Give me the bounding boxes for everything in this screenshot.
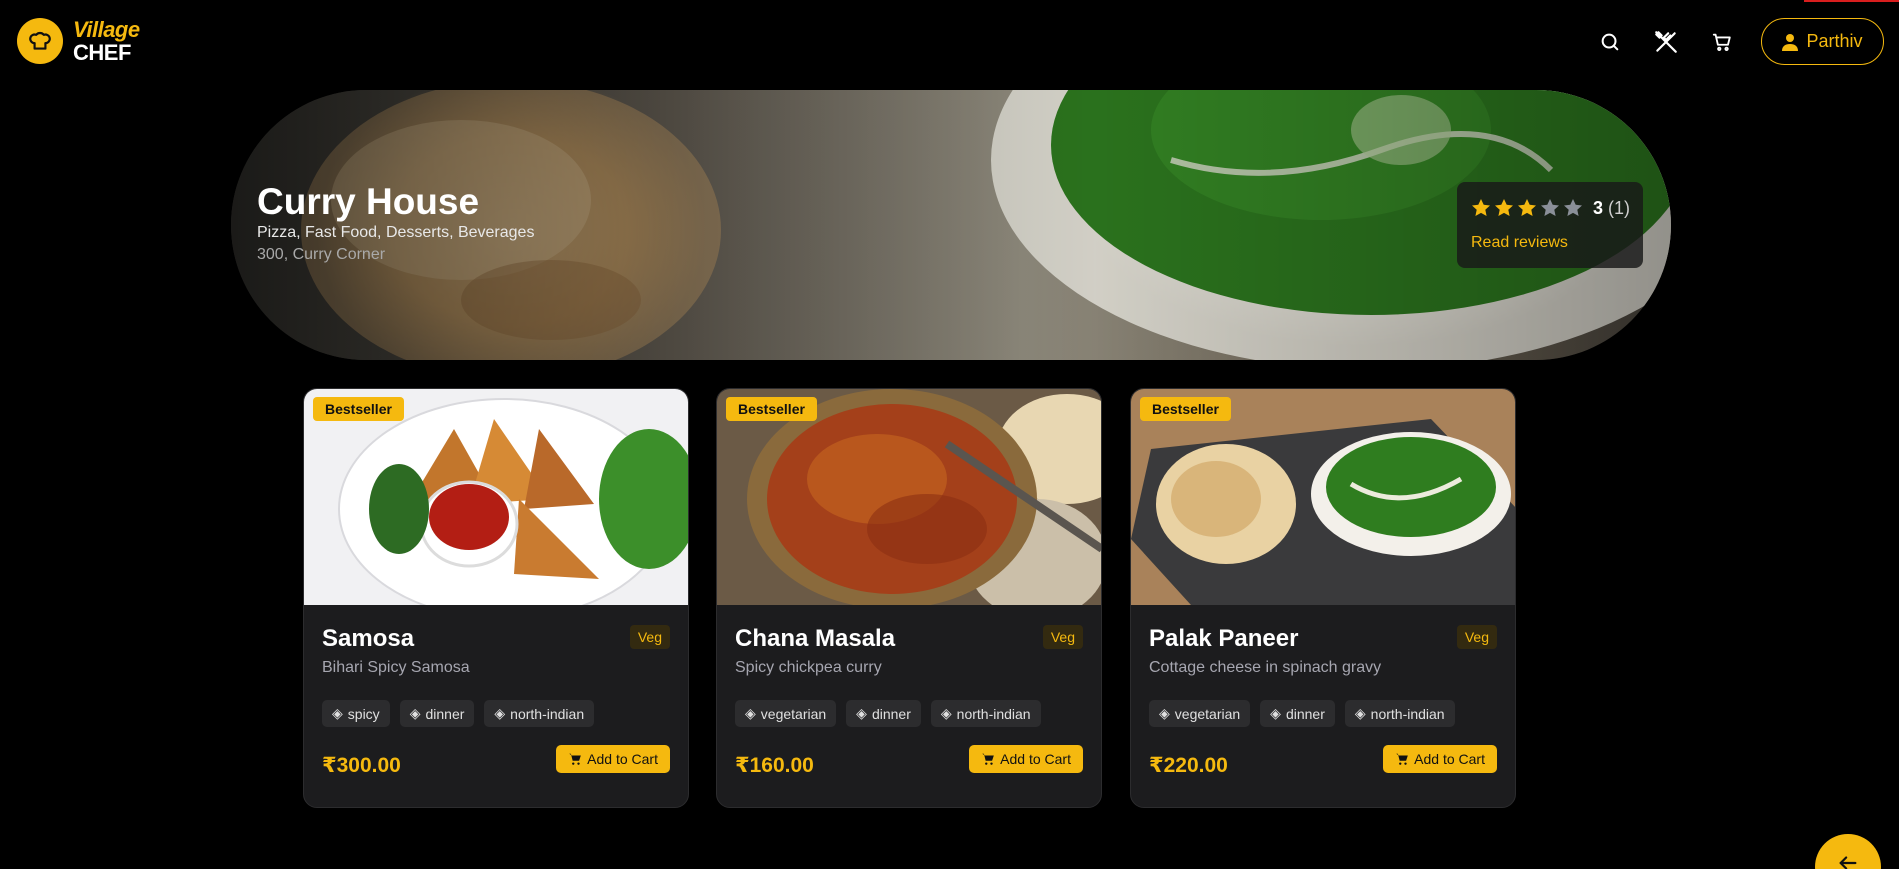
dish-card[interactable]: Bestseller Chana Masala Veg Spicy chickp… xyxy=(716,388,1102,808)
dish-price: ₹300.00 xyxy=(322,754,401,777)
read-reviews-link[interactable]: Read reviews xyxy=(1471,234,1568,252)
rating-score: 3 xyxy=(1593,198,1604,218)
tag-icon: ◈ xyxy=(332,705,343,721)
dish-tags: ◈ vegetarian ◈ dinner ◈ north-indian xyxy=(1149,700,1455,727)
tag-icon: ◈ xyxy=(1270,705,1281,721)
tag-icon: ◈ xyxy=(940,705,952,721)
rating-value: 3 (1) xyxy=(1593,198,1630,219)
dish-price: ₹220.00 xyxy=(1149,754,1228,777)
dish-tags: ◈ spicy ◈ dinner ◈ north-indian xyxy=(322,700,595,727)
dish-card[interactable]: Bestseller Palak Paneer Veg Cottage chee… xyxy=(1130,388,1516,808)
star-filled-icon xyxy=(1472,199,1490,216)
star-filled-icon xyxy=(1495,199,1513,216)
dish-tag: ◈ spicy xyxy=(322,700,390,727)
review-count: (1) xyxy=(1608,198,1631,218)
user-name: Parthiv xyxy=(1806,31,1863,51)
tag-icon: ◈ xyxy=(1354,705,1366,721)
tag-icon: ◈ xyxy=(409,705,421,721)
restaurant-name: Curry House xyxy=(257,181,480,222)
star-empty-icon xyxy=(1564,199,1582,216)
star-empty-icon xyxy=(1541,199,1559,216)
search-icon[interactable] xyxy=(1596,28,1624,56)
tag-icon: ◈ xyxy=(1159,705,1170,721)
restaurant-address: 300, Curry Corner xyxy=(257,246,386,263)
palak-paneer-dish-image xyxy=(1131,389,1515,605)
dish-tag: ◈ vegetarian xyxy=(1149,700,1251,727)
brand-logo[interactable]: Village CHEF xyxy=(17,18,140,64)
bestseller-badge: Bestseller xyxy=(313,397,404,421)
user-icon xyxy=(1782,33,1799,51)
dish-tag: ◈ north-indian xyxy=(1344,700,1455,727)
rating-panel: 3 (1) Read reviews xyxy=(1457,182,1643,268)
veg-tag: Veg xyxy=(629,625,670,649)
cart-icon xyxy=(1396,753,1409,765)
tag-icon: ◈ xyxy=(494,705,506,721)
cart-icon xyxy=(569,753,582,765)
dish-tag: ◈ dinner xyxy=(399,700,475,727)
tag-icon: ◈ xyxy=(856,705,867,721)
dish-price: ₹160.00 xyxy=(735,754,814,777)
restaurant-cuisines: Pizza, Fast Food, Desserts, Beverages xyxy=(257,224,535,241)
utensils-icon[interactable] xyxy=(1652,28,1680,56)
dish-tag: ◈ north-indian xyxy=(930,700,1041,727)
chana-masala-dish-image xyxy=(717,389,1101,605)
back-button[interactable] xyxy=(1815,834,1881,869)
top-navbar: Village CHEF Parthiv xyxy=(0,0,1899,84)
cart-icon[interactable] xyxy=(1708,28,1736,56)
veg-tag: Veg xyxy=(1456,625,1497,649)
user-account-button[interactable]: Parthiv xyxy=(1761,18,1884,65)
dish-name: Palak Paneer xyxy=(1149,625,1299,652)
dish-name: Samosa xyxy=(322,625,415,652)
dish-tag: ◈ north-indian xyxy=(484,700,595,727)
dish-description: Cottage cheese in spinach gravy xyxy=(1149,659,1382,676)
tag-icon: ◈ xyxy=(745,705,756,721)
chef-hat-icon xyxy=(17,18,63,64)
dish-card[interactable]: Bestseller Samosa Veg Bihari Spicy Samos… xyxy=(303,388,689,808)
bestseller-badge: Bestseller xyxy=(1140,397,1231,421)
brand-name-line2: CHEF xyxy=(73,40,131,65)
cart-icon xyxy=(982,753,995,765)
brand-name-line1: Village xyxy=(73,17,140,42)
add-to-cart-button[interactable]: Add to Cart xyxy=(556,745,670,773)
dish-tag: ◈ dinner xyxy=(846,700,921,727)
dish-tags: ◈ vegetarian ◈ dinner ◈ north-indian xyxy=(735,700,1041,727)
dish-description: Spicy chickpea curry xyxy=(735,659,882,676)
star-rating xyxy=(1471,198,1583,218)
top-accent-line xyxy=(1804,0,1899,2)
dish-tag: ◈ vegetarian xyxy=(735,700,837,727)
add-to-cart-button[interactable]: Add to Cart xyxy=(969,745,1083,773)
star-filled-icon xyxy=(1518,199,1536,216)
veg-tag: Veg xyxy=(1042,625,1083,649)
bestseller-badge: Bestseller xyxy=(726,397,817,421)
dish-name: Chana Masala xyxy=(735,625,896,652)
dish-description: Bihari Spicy Samosa xyxy=(322,659,470,676)
add-to-cart-button[interactable]: Add to Cart xyxy=(1383,745,1497,773)
dish-tag: ◈ dinner xyxy=(1260,700,1335,727)
samosa-dish-image xyxy=(304,389,688,605)
arrow-left-icon xyxy=(1839,856,1857,869)
